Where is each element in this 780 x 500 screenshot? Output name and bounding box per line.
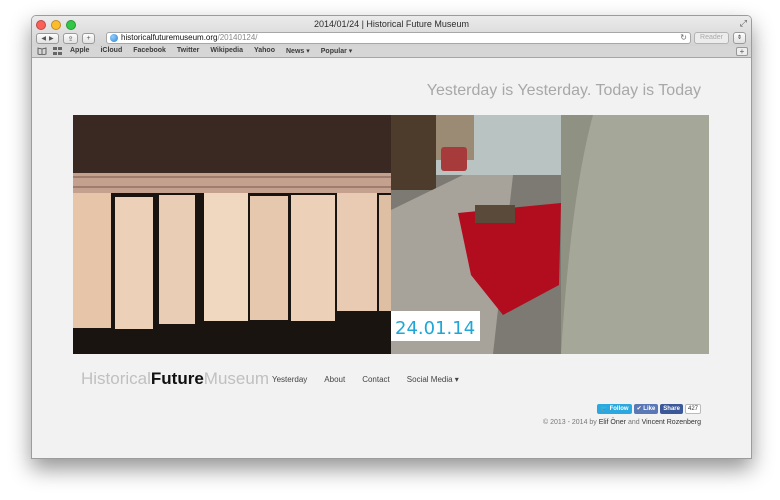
nav-about[interactable]: About	[324, 375, 345, 384]
top-sites-icon[interactable]	[53, 47, 62, 57]
bookmark-yahoo[interactable]: Yahoo	[254, 47, 275, 55]
back-forward-group: ◀ ▶	[36, 33, 59, 44]
footer-and: and	[626, 419, 642, 426]
twitter-follow-label: Follow	[609, 406, 629, 412]
title-bar: 2014/01/24 | Historical Future Museum ⤢ …	[32, 16, 751, 46]
forward-icon[interactable]: ▶	[49, 35, 54, 42]
nav-social-media[interactable]: Social Media ▾	[407, 375, 459, 384]
share-icon[interactable]: ⇪	[63, 33, 78, 44]
back-icon[interactable]: ◀	[41, 35, 46, 42]
bookmark-apple[interactable]: Apple	[70, 47, 89, 55]
window-title: 2014/01/24 | Historical Future Museum	[314, 19, 469, 29]
add-tab-icon[interactable]: +	[82, 33, 95, 44]
bookmark-news-menu[interactable]: News ▾	[286, 47, 310, 55]
facebook-like-button[interactable]: ✔ Like	[633, 404, 659, 414]
facebook-like-label: Like	[643, 406, 656, 412]
footer-prefix: © 2013 - 2014 by	[543, 419, 599, 426]
url-text: historicalfuturemuseum.org/20140124/	[121, 33, 258, 43]
nav-contact[interactable]: Contact	[362, 375, 390, 384]
author-link-elif[interactable]: Elif Öner	[599, 419, 626, 426]
new-tab-icon[interactable]: +	[736, 47, 748, 56]
social-buttons: 🐦 Follow ✔ Like Share 427	[597, 404, 701, 414]
address-bar[interactable]: historicalfuturemuseum.org/20140124/ ↻	[106, 32, 691, 44]
browser-window: 2014/01/24 | Historical Future Museum ⤢ …	[31, 15, 752, 459]
bookmark-icloud[interactable]: iCloud	[100, 47, 122, 55]
fullscreen-icon[interactable]: ⤢	[740, 18, 747, 29]
downloads-icon[interactable]: ⌽	[733, 32, 746, 44]
nav-yesterday[interactable]: Yesterday	[272, 375, 307, 384]
globe-icon	[110, 34, 118, 42]
reading-list-icon[interactable]	[37, 47, 47, 57]
hero-photo-collage: 24.01.14	[73, 115, 709, 354]
bookmark-items: Apple iCloud Facebook Twitter Wikipedia …	[70, 47, 352, 55]
twitter-icon: 🐦	[600, 406, 608, 412]
footer-copyright: © 2013 - 2014 by Elif Öner and Vincent R…	[543, 419, 701, 426]
url-path: /20140124/	[217, 33, 258, 42]
reader-button[interactable]: Reader	[694, 32, 729, 44]
soap-bars-photo	[73, 115, 391, 354]
share-count: 427	[684, 404, 701, 414]
bookmark-facebook[interactable]: Facebook	[133, 47, 166, 55]
navigation-buttons: ◀ ▶ ⇪ +	[36, 33, 95, 44]
bookmark-twitter[interactable]: Twitter	[177, 47, 199, 55]
twitter-follow-button[interactable]: 🐦 Follow	[597, 404, 632, 414]
logo-part-future: Future	[150, 369, 204, 388]
reload-icon[interactable]: ↻	[680, 33, 687, 43]
facebook-share-button[interactable]: Share	[660, 404, 683, 414]
author-link-vincent[interactable]: Vincent Rozenberg	[642, 419, 701, 426]
bookmarks-bar: Apple iCloud Facebook Twitter Wikipedia …	[32, 46, 751, 58]
logo-part-historical: Historical	[81, 369, 151, 388]
site-tagline: Yesterday is Yesterday. Today is Today	[426, 82, 701, 99]
site-logo[interactable]: HistoricalFutureMuseum	[81, 369, 269, 389]
site-nav: Yesterday About Contact Social Media ▾	[272, 375, 459, 384]
bookmark-popular-menu[interactable]: Popular ▾	[321, 47, 353, 55]
web-page: Yesterday is Yesterday. Today is Today 2…	[32, 59, 751, 458]
thumbs-up-icon: ✔	[636, 406, 642, 412]
street-cafe-photo: 24.01.14	[391, 115, 709, 354]
hero-date-stamp: 24.01.14	[395, 318, 475, 339]
logo-part-museum: Museum	[203, 369, 269, 388]
url-host: historicalfuturemuseum.org	[121, 33, 218, 42]
bookmark-wikipedia[interactable]: Wikipedia	[210, 47, 243, 55]
